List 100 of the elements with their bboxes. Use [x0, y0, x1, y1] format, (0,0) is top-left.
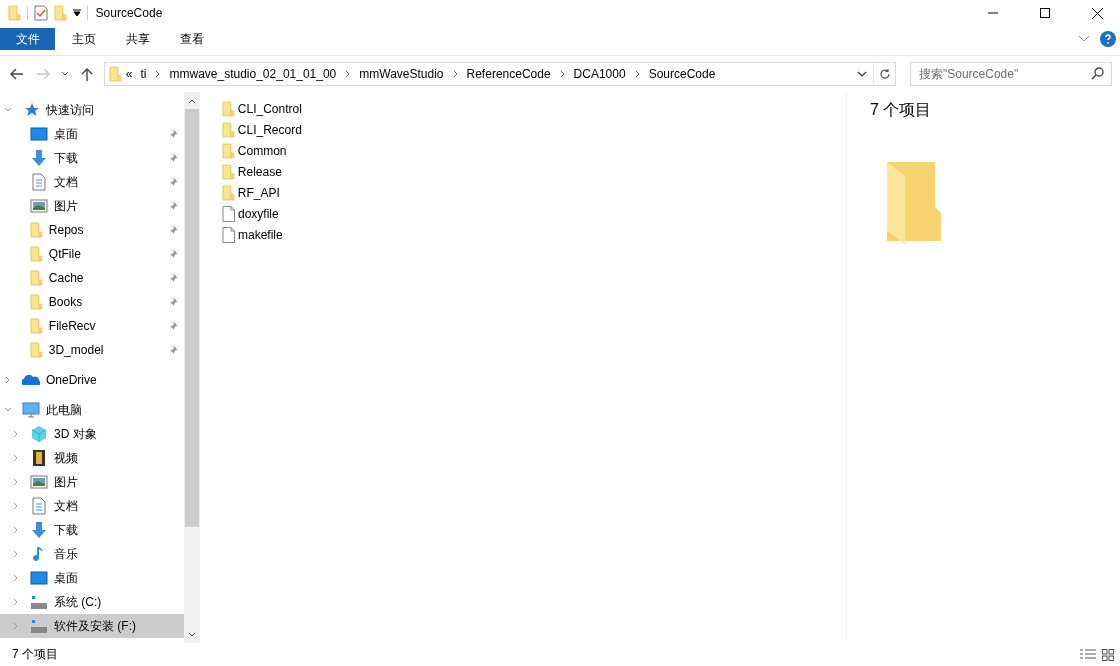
nav-item[interactable]: 快速访问 — [0, 98, 184, 122]
nav-item[interactable]: Cache — [0, 266, 184, 290]
picture-icon — [30, 197, 48, 215]
folder-icon — [30, 318, 43, 334]
pin-icon[interactable] — [168, 297, 178, 307]
file-menu-button[interactable]: 文件 — [0, 28, 55, 50]
nav-item[interactable]: 视频 — [0, 446, 184, 470]
nav-item[interactable]: FileRecv — [0, 314, 184, 338]
chevron-right-icon[interactable] — [634, 70, 640, 78]
nav-item[interactable]: 桌面 — [0, 566, 184, 590]
chevron-right-icon[interactable] — [12, 478, 20, 486]
chevron-right-icon[interactable] — [12, 430, 20, 438]
nav-item[interactable]: 文档 — [0, 494, 184, 518]
drive-icon — [30, 593, 48, 611]
picture-icon — [30, 473, 48, 491]
folder-icon — [222, 163, 235, 180]
search-icon[interactable] — [1091, 67, 1104, 80]
folder-icon — [8, 5, 21, 21]
chevron-right-icon[interactable] — [345, 70, 351, 78]
pin-icon[interactable] — [168, 177, 178, 187]
nav-item[interactable]: 文档 — [0, 170, 184, 194]
status-text: 7 个项目 — [12, 646, 58, 663]
file-item[interactable]: CLI_Record — [222, 119, 846, 140]
folder-icon — [30, 294, 43, 310]
pin-icon[interactable] — [168, 201, 178, 211]
nav-item[interactable]: 3D_model — [0, 338, 184, 362]
nav-item[interactable]: 下载 — [0, 518, 184, 542]
pin-icon[interactable] — [168, 249, 178, 259]
forward-arrow-icon — [36, 68, 50, 80]
pin-icon[interactable] — [168, 321, 178, 331]
pin-icon[interactable] — [168, 273, 178, 283]
breadcrumb[interactable]: mmWaveStudio — [355, 67, 448, 81]
cube-icon — [30, 425, 48, 443]
ribbon-tab[interactable]: 主页 — [59, 28, 109, 50]
pin-icon[interactable] — [168, 153, 178, 163]
breadcrumb[interactable]: SourceCode — [644, 67, 720, 81]
search-field[interactable]: 搜索"SourceCode" — [910, 62, 1112, 86]
ribbon-tab[interactable]: 共享 — [113, 28, 163, 50]
chevron-right-icon[interactable] — [12, 454, 20, 462]
chevron-down-icon[interactable] — [857, 70, 867, 78]
pin-icon[interactable] — [168, 129, 178, 139]
chevron-right-icon[interactable] — [12, 550, 20, 558]
chevron-down-icon[interactable] — [188, 631, 196, 638]
monitor-icon — [30, 569, 48, 587]
chevron-right-icon[interactable] — [12, 574, 20, 582]
monitor-icon — [30, 125, 48, 143]
folder-icon — [30, 222, 43, 238]
nav-item[interactable]: 此电脑 — [0, 398, 184, 422]
file-item[interactable]: Common — [222, 140, 846, 161]
chevron-right-icon[interactable] — [12, 598, 20, 606]
nav-item[interactable]: Books — [0, 290, 184, 314]
document-icon — [30, 173, 48, 191]
nav-item[interactable]: 系统 (C:) — [0, 590, 184, 614]
nav-item[interactable]: 桌面 — [0, 122, 184, 146]
pin-icon[interactable] — [168, 225, 178, 235]
nav-item[interactable]: 下载 — [0, 146, 184, 170]
path-overflow[interactable]: « — [121, 67, 137, 81]
chevron-right-icon[interactable] — [452, 70, 458, 78]
nav-item[interactable]: QtFile — [0, 242, 184, 266]
chevron-right-icon[interactable] — [559, 70, 565, 78]
breadcrumb[interactable]: ti — [136, 67, 151, 81]
maximize-icon — [1040, 8, 1050, 18]
close-icon — [1091, 7, 1103, 19]
nav-item[interactable]: Repos — [0, 218, 184, 242]
folder-icon — [109, 66, 122, 82]
details-view-icon[interactable] — [1080, 648, 1096, 661]
file-item[interactable]: Release — [222, 161, 846, 182]
file-item[interactable]: makefile — [222, 224, 846, 245]
breadcrumb[interactable]: ReferenceCode — [462, 67, 555, 81]
chevron-right-icon[interactable] — [155, 70, 161, 78]
file-item[interactable]: RF_API — [222, 182, 846, 203]
chevron-right-icon[interactable] — [12, 526, 20, 534]
chevron-up-icon[interactable] — [188, 97, 196, 104]
monitor-icon — [22, 401, 40, 419]
pin-icon[interactable] — [168, 345, 178, 355]
large-icons-view-icon[interactable] — [1102, 648, 1114, 661]
nav-item[interactable]: 图片 — [0, 470, 184, 494]
nav-item[interactable]: 软件及安装 (F:) — [0, 614, 184, 638]
nav-item[interactable]: OneDrive — [0, 368, 184, 392]
window-title: SourceCode — [95, 6, 163, 20]
properties-icon[interactable] — [33, 5, 48, 21]
file-item[interactable]: CLI_Control — [222, 98, 846, 119]
film-icon — [30, 449, 48, 467]
breadcrumb[interactable]: mmwave_studio_02_01_01_00 — [165, 67, 341, 81]
help-icon[interactable] — [1100, 31, 1116, 47]
chevron-right-icon[interactable] — [4, 376, 12, 384]
file-item[interactable]: doxyfile — [222, 203, 846, 224]
breadcrumb[interactable]: DCA1000 — [569, 67, 630, 81]
down-arrow-icon — [30, 521, 48, 539]
chevron-right-icon[interactable] — [12, 502, 20, 510]
document-icon — [30, 497, 48, 515]
nav-item[interactable]: 音乐 — [0, 542, 184, 566]
up-arrow-icon — [81, 67, 93, 81]
ribbon-tab[interactable]: 查看 — [167, 28, 217, 50]
scrollbar[interactable] — [184, 92, 200, 643]
folder-icon — [30, 342, 43, 358]
dropdown-caret-icon[interactable] — [72, 9, 81, 17]
nav-item[interactable]: 3D 对象 — [0, 422, 184, 446]
nav-item[interactable]: 图片 — [0, 194, 184, 218]
folder-icon — [53, 5, 67, 21]
